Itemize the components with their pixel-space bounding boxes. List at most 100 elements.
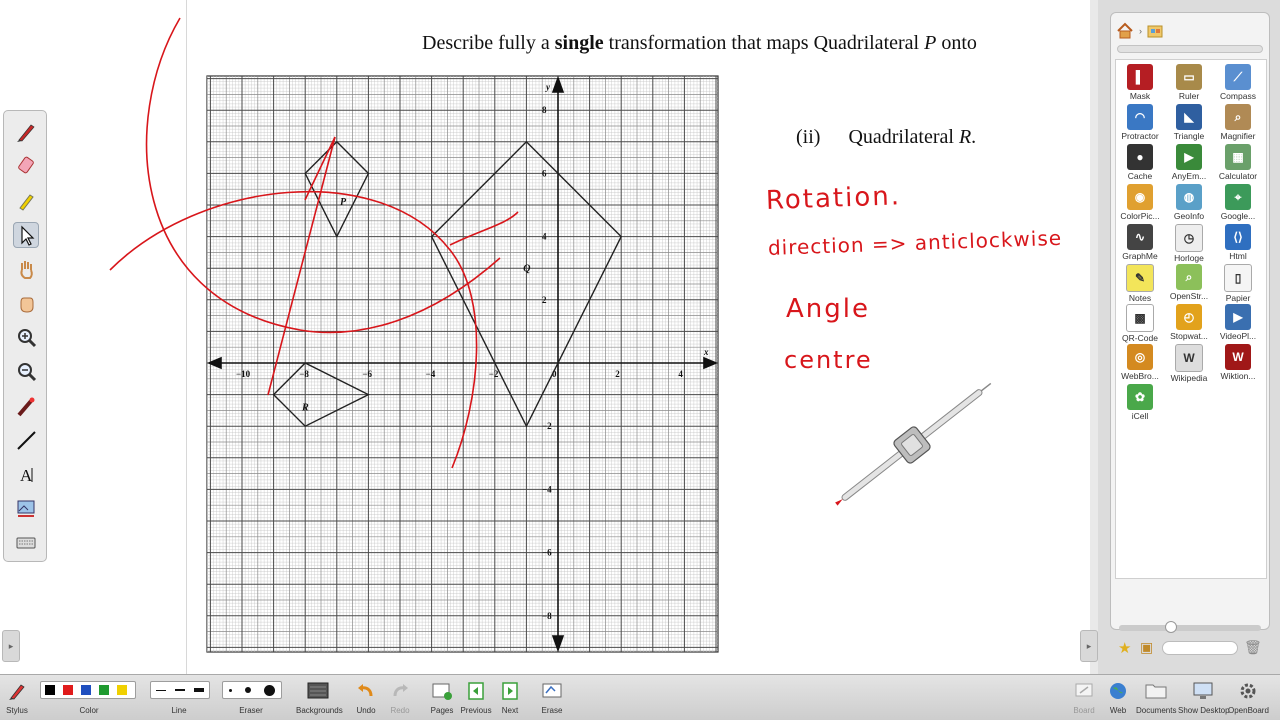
pages-button[interactable]: Pages — [428, 677, 456, 715]
bottom-toolbar: Stylus Color Line Eraser Backgrounds Und… — [0, 674, 1280, 720]
library-zoom-slider[interactable] — [1119, 621, 1261, 633]
library-app-colorpic[interactable]: ◉ ColorPic... — [1118, 184, 1162, 224]
library-app-icell[interactable]: ✿ iCell — [1118, 384, 1162, 424]
library-app-notes[interactable]: ✎ Notes — [1118, 264, 1162, 304]
show-desktop-button[interactable]: Show Desktop — [1178, 677, 1230, 715]
eraser-small-button[interactable] — [229, 688, 233, 692]
library-app-openstr[interactable]: ⌕ OpenStr... — [1167, 264, 1211, 304]
library-app-qr-code[interactable]: ▩ QR-Code — [1118, 304, 1162, 344]
folder-icon[interactable] — [1146, 22, 1164, 40]
y-tick-label: −8 — [542, 611, 552, 621]
next-button[interactable]: Next — [496, 677, 524, 715]
library-app-label: Papier — [1225, 293, 1251, 303]
wikipedia-icon: W — [1175, 344, 1203, 372]
settings-gear-icon — [1240, 683, 1256, 699]
backgrounds-button[interactable]: Backgrounds — [296, 677, 343, 715]
eraser-medium-button[interactable] — [244, 687, 251, 693]
text-tool-button[interactable]: A — [13, 461, 39, 487]
keyboard-tool-button[interactable] — [13, 529, 39, 555]
openstr-icon: ⌕ — [1176, 264, 1202, 290]
library-app-cache[interactable]: ● Cache — [1118, 144, 1162, 184]
line-thin-button[interactable] — [155, 689, 166, 691]
y-tick-label: 8 — [542, 105, 547, 115]
calculator-icon: ▦ — [1225, 144, 1251, 170]
colorpic-icon: ◉ — [1127, 184, 1153, 210]
handwritten-rotation: Rotation. — [765, 181, 902, 216]
home-icon[interactable] — [1115, 21, 1135, 41]
library-search-input[interactable] — [1162, 641, 1238, 655]
library-app-horloge[interactable]: ◷ Horloge — [1167, 224, 1211, 264]
erase-button[interactable]: Erase — [538, 677, 566, 715]
color-swatch[interactable] — [63, 685, 73, 695]
favorite-star-icon[interactable]: ★ — [1118, 639, 1131, 657]
whiteboard-canvas[interactable]: Describe fully a single transformation t… — [0, 0, 1098, 674]
board-button[interactable]: Board — [1070, 677, 1098, 715]
library-app-wikipedia[interactable]: W Wikipedia — [1167, 344, 1211, 384]
qr-code-icon: ▩ — [1126, 304, 1154, 332]
highlighter-tool-button[interactable] — [13, 187, 39, 213]
board-left-toggle[interactable]: ▸ — [2, 630, 20, 662]
line-thick-button[interactable] — [194, 688, 205, 692]
color-swatch[interactable] — [99, 685, 109, 695]
library-app-stopwat[interactable]: ◴ Stopwat... — [1167, 304, 1211, 344]
library-horizontal-scrollbar[interactable] — [1117, 45, 1263, 53]
undo-button[interactable]: Undo — [352, 677, 380, 715]
grab-tool-button[interactable] — [13, 290, 39, 316]
eraser-large-button[interactable] — [263, 684, 275, 696]
pen-tool-button[interactable] — [13, 119, 39, 145]
ruler-icon: ▭ — [1176, 64, 1202, 90]
color-swatch[interactable] — [45, 685, 55, 695]
library-app-triangle[interactable]: ◣ Triangle — [1167, 104, 1211, 144]
color-swatch[interactable] — [81, 685, 91, 695]
anyem-icon: ▶ — [1176, 144, 1202, 170]
marker-tool-button[interactable] — [13, 153, 39, 179]
library-app-label: Google... — [1220, 211, 1256, 221]
web-button[interactable]: Web — [1104, 677, 1132, 715]
zoom-out-tool-button[interactable] — [13, 358, 39, 384]
color-swatch[interactable] — [117, 685, 127, 695]
library-app-compass[interactable]: ⟋ Compass — [1216, 64, 1260, 104]
board-icon — [1075, 683, 1093, 697]
next-page-icon — [502, 682, 518, 700]
geoinfo-icon: ◍ — [1176, 184, 1202, 210]
library-app-calculator[interactable]: ▦ Calculator — [1216, 144, 1260, 184]
videopl-icon: ▶ — [1225, 304, 1251, 330]
library-app-protractor[interactable]: ◠ Protractor — [1118, 104, 1162, 144]
library-app-wiktion[interactable]: W Wiktion... — [1216, 344, 1260, 384]
redo-button[interactable]: Redo — [386, 677, 414, 715]
library-app-magnifier[interactable]: ⌕ Magnifier — [1216, 104, 1260, 144]
library-app-label: Wiktion... — [1220, 371, 1256, 381]
library-app-anyem[interactable]: ▶ AnyEm... — [1167, 144, 1211, 184]
zoom-in-tool-button[interactable] — [13, 324, 39, 350]
line-tool-button[interactable] — [13, 427, 39, 453]
protractor-icon: ◠ — [1127, 104, 1153, 130]
openboard-button[interactable]: OpenBoard — [1228, 677, 1269, 715]
add-folder-icon[interactable]: ▣ — [1140, 639, 1153, 656]
line-medium-button[interactable] — [174, 689, 185, 691]
library-app-mask[interactable]: ▌ Mask — [1118, 64, 1162, 104]
library-app-videopl[interactable]: ▶ VideoPl... — [1216, 304, 1260, 344]
library-app-geoinfo[interactable]: ◍ GeoInfo — [1167, 184, 1211, 224]
library-app-label: Wikipedia — [1170, 373, 1208, 383]
library-app-papier[interactable]: ▯ Papier — [1216, 264, 1260, 304]
x-tick-label: −2 — [489, 369, 499, 379]
library-app-html[interactable]: ⟨⟩ Html — [1216, 224, 1260, 264]
library-app-google[interactable]: ⌖ Google... — [1216, 184, 1260, 224]
library-app-webbro[interactable]: ◎ WebBro... — [1118, 344, 1162, 384]
pointer-tool-button[interactable] — [13, 221, 39, 248]
capture-tool-button[interactable] — [13, 495, 39, 521]
library-app-ruler[interactable]: ▭ Ruler — [1167, 64, 1211, 104]
hand-tool-button[interactable] — [13, 256, 39, 282]
compass-icon: ⟋ — [1225, 64, 1251, 90]
board-right-toggle[interactable]: ▸ — [1080, 630, 1098, 662]
wiktion-icon: W — [1225, 344, 1251, 370]
keyboard-icon — [16, 537, 36, 549]
stylus-button[interactable]: Stylus — [2, 677, 32, 715]
laser-tool-button[interactable] — [13, 393, 39, 419]
stylus-icon — [9, 684, 25, 700]
trash-icon[interactable]: 🗑︎ — [1244, 639, 1262, 656]
slider-thumb[interactable] — [1165, 621, 1177, 633]
library-app-graphme[interactable]: ∿ GraphMe — [1118, 224, 1162, 264]
documents-button[interactable]: Documents — [1136, 677, 1176, 715]
previous-button[interactable]: Previous — [460, 677, 492, 715]
